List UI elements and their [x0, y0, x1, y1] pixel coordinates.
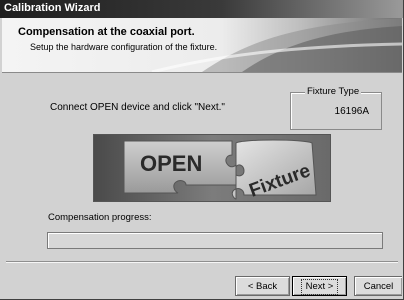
fixture-type-label: Fixture Type	[305, 86, 362, 97]
banner-open-text: OPEN	[140, 151, 202, 176]
header-title: Compensation at the coaxial port.	[18, 26, 195, 38]
fixture-type-value: 16196A	[334, 106, 369, 117]
cancel-button[interactable]: Cancel	[354, 276, 402, 296]
instruction-text: Connect OPEN device and click "Next."	[50, 102, 225, 113]
next-button[interactable]: Next >	[292, 276, 347, 296]
fixture-type-groupbox: Fixture Type 16196A	[290, 86, 382, 130]
window-title: Calibration Wizard	[4, 2, 101, 14]
open-fixture-banner: OPEN Fixture	[93, 134, 331, 202]
wizard-header: Compensation at the coaxial port. Setup …	[2, 18, 402, 73]
progress-label: Compensation progress:	[48, 212, 152, 223]
button-separator	[6, 261, 398, 263]
header-subtitle: Setup the hardware configuration of the …	[30, 42, 218, 52]
back-button[interactable]: < Back	[235, 276, 290, 296]
compensation-progress-bar	[47, 232, 383, 249]
puzzle-graphic: OPEN Fixture	[94, 135, 330, 201]
title-bar[interactable]: Calibration Wizard	[0, 0, 403, 18]
calibration-wizard-window: Calibration Wizard Compensation at the c…	[0, 0, 404, 300]
